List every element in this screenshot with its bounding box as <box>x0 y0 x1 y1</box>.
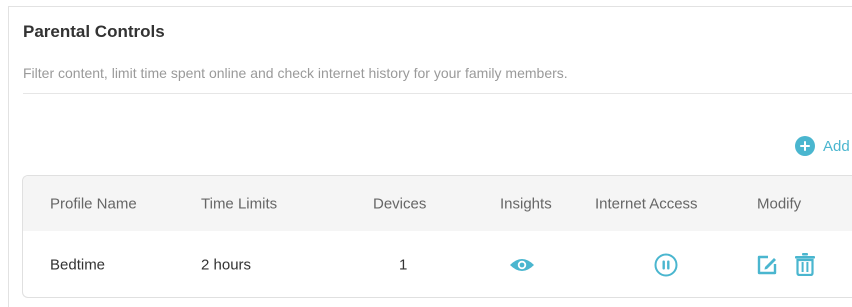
trash-icon[interactable] <box>794 252 816 276</box>
devices-cell: 1 <box>399 256 408 274</box>
column-header-internet-access: Internet Access <box>595 195 698 213</box>
page-description: Filter content, limit time spent online … <box>23 65 568 81</box>
eye-icon[interactable] <box>509 257 535 273</box>
time-limits-cell: 2 hours <box>201 256 252 274</box>
page-title: Parental Controls <box>23 22 165 41</box>
parental-controls-panel: Parental Controls Filter content, limit … <box>8 6 852 307</box>
column-header-modify: Modify <box>757 195 802 213</box>
add-profile-button[interactable]: Add <box>795 135 850 157</box>
section-divider <box>23 93 852 94</box>
pause-icon[interactable] <box>654 253 678 277</box>
profile-name-cell: Bedtime <box>50 256 106 274</box>
table-header: Profile Name Time Limits Devices Insight… <box>23 176 852 231</box>
column-header-time-limits: Time Limits <box>201 195 278 213</box>
add-button-label: Add <box>823 137 850 155</box>
add-circle-icon <box>795 136 815 156</box>
edit-icon[interactable] <box>756 254 778 276</box>
column-header-insights: Insights <box>500 195 552 213</box>
column-header-profile-name: Profile Name <box>50 195 137 213</box>
column-header-devices: Devices <box>373 195 427 213</box>
profiles-table: Profile Name Time Limits Devices Insight… <box>22 175 852 298</box>
